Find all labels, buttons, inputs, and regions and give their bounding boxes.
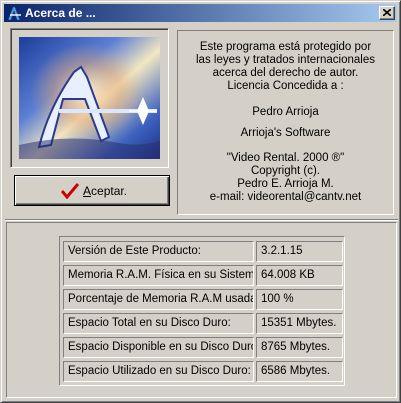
title-bar[interactable]: Acerca de ... (4, 4, 397, 22)
stat-label: Espacio Utilizado en su Disco Duro: (63, 361, 254, 382)
license-info-panel: Este programa está protegido por las ley… (177, 30, 394, 215)
logo-frame (10, 28, 169, 168)
window-title: Acerca de ... (25, 6, 96, 20)
table-row: Memoria R.A.M. Física en su Sistema: 64.… (63, 265, 343, 286)
table-row: Espacio Utilizado en su Disco Duro: 6586… (63, 361, 343, 382)
table-row: Espacio Total en su Disco Duro: 15351 Mb… (63, 313, 343, 334)
star-a-logo-icon (7, 6, 21, 21)
close-button[interactable] (379, 6, 395, 20)
table-row: Porcentaje de Memoria R.A.M usada: 100 % (63, 289, 343, 310)
stat-label: Espacio Total en su Disco Duro: (63, 313, 254, 334)
close-x-icon (383, 9, 391, 16)
stat-value: 15351 Mbytes. (256, 313, 343, 334)
licensee-name: Pedro Arrioja (252, 106, 319, 118)
stat-label: Versión de Este Producto: (63, 241, 254, 262)
accept-button-label: Aceptar. (83, 184, 128, 198)
info-line: acerca del derecho de autor. (212, 67, 359, 79)
stat-value: 64.008 KB (256, 265, 343, 286)
stat-value: 6586 Mbytes. (256, 361, 343, 382)
stat-value: 8765 Mbytes. (256, 337, 343, 358)
table-row: Versión de Este Producto: 3.2.1.15 (63, 241, 343, 262)
stat-value: 3.2.1.15 (256, 241, 343, 262)
table-row: Espacio Disponible en su Disco Duro: 876… (63, 337, 343, 358)
copyright-line: Copyright (c). (250, 165, 321, 177)
stat-value: 100 % (256, 289, 343, 310)
about-dialog: Acerca de ... Aceptar. Este programa est… (0, 0, 401, 403)
section-divider (5, 219, 398, 221)
app-logo-image (19, 37, 160, 159)
stat-label: Espacio Disponible en su Disco Duro: (63, 337, 254, 358)
author-name: Pedro E. Arrioja M. (237, 178, 334, 190)
accept-button[interactable]: Aceptar. (14, 175, 170, 206)
stat-label: Memoria R.A.M. Física en su Sistema: (63, 265, 254, 286)
email-line: e-mail: videorental@cantv.net (209, 191, 362, 203)
stat-label: Porcentaje de Memoria R.A.M usada: (63, 289, 254, 310)
red-checkmark-icon (61, 183, 79, 199)
system-stats-table: Versión de Este Producto: 3.2.1.15 Memor… (59, 236, 345, 386)
info-line: Este programa está protegido por (199, 41, 372, 53)
info-line: Licencia Concedida a : (227, 80, 344, 92)
company-name: Arrioja's Software (240, 127, 331, 139)
info-line: las leyes y tratados internacionales (196, 54, 375, 66)
product-name: "Video Rental. 2000 ®" (226, 152, 345, 164)
